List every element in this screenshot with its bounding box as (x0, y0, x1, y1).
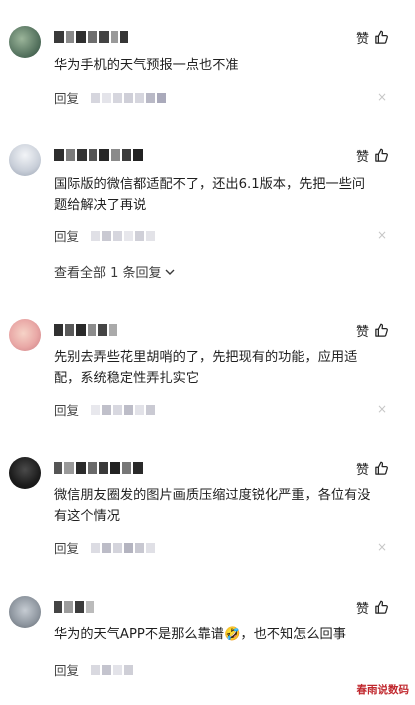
like-button[interactable]: 赞 (356, 598, 389, 617)
thumbs-up-icon (375, 323, 388, 337)
avatar[interactable] (9, 457, 41, 489)
close-icon[interactable]: × (377, 540, 387, 554)
avatar[interactable] (9, 596, 41, 628)
comment-text: 先别去弄些花里胡哨的了，先把现有的功能，应用适配，系统稳定性弄扎实它 (54, 350, 358, 386)
thumbs-up-icon (375, 148, 388, 162)
like-button[interactable]: 赞 (356, 321, 389, 340)
reply-button[interactable]: 回复 (54, 226, 79, 245)
username-blurred[interactable] (54, 323, 117, 337)
timestamp-blurred (91, 404, 156, 415)
watermark-text: 春雨说数码 (356, 684, 410, 696)
username-blurred[interactable] (54, 30, 128, 44)
like-label: 赞 (355, 150, 369, 165)
close-icon[interactable]: × (377, 90, 387, 104)
username-blurred[interactable] (54, 600, 94, 614)
like-label: 赞 (355, 325, 369, 340)
comment-text: 微信朋友圈发的图片画质压缩过度锐化严重，各位有没有这个情况 (54, 488, 371, 524)
timestamp-blurred (91, 664, 134, 675)
close-icon[interactable]: × (377, 402, 387, 416)
username-blurred[interactable] (54, 148, 143, 162)
comment-text: 华为的天气APP不是那么靠谱🤣，也不知怎么回事 (54, 627, 346, 642)
like-button[interactable]: 赞 (356, 459, 389, 478)
like-button[interactable]: 赞 (356, 146, 389, 165)
reply-button[interactable]: 回复 (54, 660, 79, 679)
timestamp-blurred (91, 542, 156, 553)
like-button[interactable]: 赞 (356, 28, 389, 47)
comment-text: 国际版的微信都适配不了，还出6.1版本，先把一些问题给解决了再说 (54, 177, 366, 213)
reply-button[interactable]: 回复 (54, 538, 79, 557)
timestamp-blurred (91, 92, 167, 103)
like-label: 赞 (355, 463, 369, 478)
thumbs-up-icon (375, 30, 388, 44)
close-icon[interactable]: × (377, 228, 387, 242)
timestamp-blurred (91, 230, 156, 241)
reply-button[interactable]: 回复 (54, 88, 79, 107)
reply-button[interactable]: 回复 (54, 400, 79, 419)
view-all-replies-link[interactable]: 查看全部 1 条回复 (54, 262, 175, 281)
avatar[interactable] (9, 319, 41, 351)
comment-text: 华为手机的天气预报一点也不准 (54, 58, 239, 73)
thumbs-up-icon (375, 461, 388, 475)
chevron-down-icon (165, 269, 175, 275)
like-label: 赞 (355, 602, 369, 617)
view-all-label: 查看全部 1 条回复 (54, 266, 162, 281)
like-label: 赞 (355, 32, 369, 47)
thumbs-up-icon (375, 600, 388, 614)
username-blurred[interactable] (54, 461, 143, 475)
avatar[interactable] (9, 144, 41, 176)
avatar[interactable] (9, 26, 41, 58)
